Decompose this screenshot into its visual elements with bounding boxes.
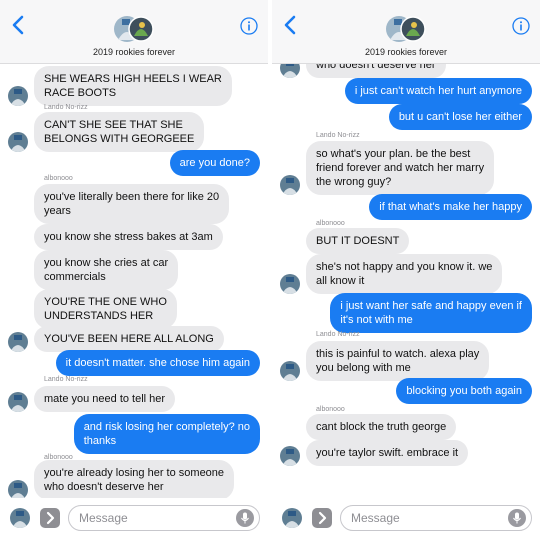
outgoing-message-bubble[interactable]: i just can't watch her hurt anymore — [344, 78, 532, 104]
group-name[interactable]: 2019 rookies forever — [272, 47, 540, 57]
chat-screen-left: SHE WEARS HIGH HEELS I WEAR RACE BOOTS La… — [0, 0, 268, 540]
avatar[interactable] — [280, 64, 300, 78]
sender-name: albonooo — [316, 220, 345, 227]
incoming-message-bubble[interactable]: you're already losing her to someone who… — [34, 460, 235, 498]
incoming-message-bubble[interactable]: this is painful to watch. alexa play you… — [306, 341, 490, 381]
info-icon[interactable] — [512, 17, 530, 35]
group-avatar[interactable] — [112, 14, 156, 44]
mic-button[interactable] — [508, 509, 526, 527]
sender-name: Lando No-rizz — [316, 331, 360, 338]
chevron-left-icon[interactable] — [10, 14, 26, 36]
outgoing-message-bubble[interactable]: i just want her safe and happy even if i… — [330, 293, 532, 333]
outgoing-message-bubble[interactable]: if that what's make her happy — [369, 194, 532, 220]
group-name[interactable]: 2019 rookies forever — [0, 47, 268, 57]
conversation-header: 2019 rookies forever — [0, 0, 268, 64]
avatar[interactable] — [8, 332, 28, 352]
avatar[interactable] — [8, 480, 28, 498]
group-avatar[interactable] — [384, 14, 428, 44]
message-input[interactable]: Message — [340, 505, 532, 531]
conversation-header: 2019 rookies forever — [272, 0, 540, 64]
avatar — [10, 508, 30, 528]
sender-name: Lando No-rizz — [44, 376, 88, 383]
sender-name: Lando No-rizz — [44, 104, 88, 111]
outgoing-message-bubble[interactable]: it doesn't matter. she chose him again — [55, 350, 260, 376]
incoming-message-bubble[interactable]: SHE WEARS HIGH HEELS I WEAR RACE BOOTS — [34, 66, 232, 106]
incoming-message-bubble[interactable]: CAN'T SHE SEE THAT SHE BELONGS WITH GEOR… — [34, 112, 205, 152]
microphone-icon — [513, 512, 521, 524]
avatar[interactable] — [8, 392, 28, 412]
expand-apps-button[interactable] — [312, 508, 332, 528]
info-icon[interactable] — [240, 17, 258, 35]
compose-bar: Message — [272, 498, 540, 540]
expand-apps-button[interactable] — [40, 508, 60, 528]
incoming-message-bubble[interactable]: YOU'RE THE ONE WHO UNDERSTANDS HER — [34, 289, 177, 329]
mic-button[interactable] — [236, 509, 254, 527]
chevron-right-icon — [318, 511, 327, 525]
outgoing-message-bubble[interactable]: are you done? — [169, 150, 260, 176]
avatar[interactable] — [280, 175, 300, 195]
sender-name: albonooo — [316, 406, 345, 413]
message-placeholder: Message — [79, 511, 128, 525]
incoming-message-bubble[interactable]: so what's your plan. be the best friend … — [306, 141, 495, 195]
incoming-message-bubble[interactable]: mate you need to tell her — [34, 386, 176, 412]
incoming-message-bubble[interactable]: YOU'VE BEEN HERE ALL ALONG — [34, 326, 224, 352]
avatar[interactable] — [8, 132, 28, 152]
avatar[interactable] — [280, 446, 300, 466]
incoming-message-bubble[interactable]: she's not happy and you know it. we all … — [306, 254, 503, 294]
sender-name: Lando No-rizz — [316, 132, 360, 139]
message-thread[interactable]: SHE WEARS HIGH HEELS I WEAR RACE BOOTS La… — [0, 64, 268, 498]
message-thread[interactable]: who doesn't deserve her i just can't watc… — [272, 64, 540, 498]
chat-screen-right: who doesn't deserve her i just can't watc… — [272, 0, 540, 540]
incoming-message-bubble[interactable]: who doesn't deserve her — [306, 64, 446, 78]
outgoing-message-bubble[interactable]: and risk losing her completely? no thank… — [73, 414, 260, 454]
avatar[interactable] — [280, 274, 300, 294]
microphone-icon — [241, 512, 249, 524]
avatar[interactable] — [280, 361, 300, 381]
incoming-message-bubble[interactable]: you know she cries at car commercials — [34, 250, 179, 290]
chevron-right-icon — [46, 511, 55, 525]
incoming-message-bubble[interactable]: BUT IT DOESNT — [306, 228, 410, 254]
incoming-message-bubble[interactable]: cant block the truth george — [306, 414, 457, 440]
chevron-left-icon[interactable] — [282, 14, 298, 36]
incoming-message-bubble[interactable]: you know she stress bakes at 3am — [34, 224, 223, 250]
message-placeholder: Message — [351, 511, 400, 525]
avatar — [282, 508, 302, 528]
incoming-message-bubble[interactable]: you've literally been there for like 20 … — [34, 184, 230, 224]
sender-name: albonooo — [44, 175, 73, 182]
outgoing-message-bubble[interactable]: blocking you both again — [396, 378, 532, 404]
avatar[interactable] — [8, 86, 28, 106]
outgoing-message-bubble[interactable]: but u can't lose her either — [388, 104, 532, 130]
compose-bar: Message — [0, 498, 268, 540]
incoming-message-bubble[interactable]: you're taylor swift. embrace it — [306, 440, 469, 466]
message-input[interactable]: Message — [68, 505, 260, 531]
